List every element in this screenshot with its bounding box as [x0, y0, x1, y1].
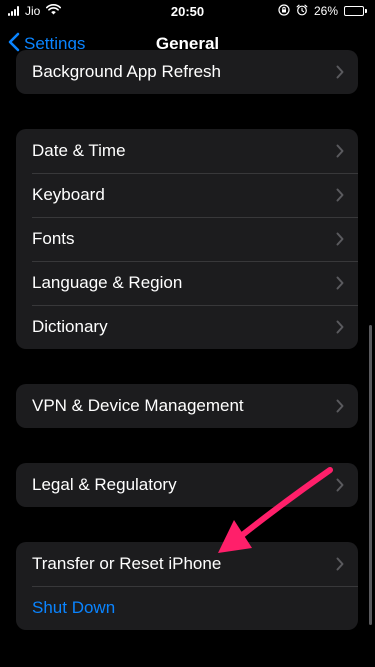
wifi-icon	[46, 4, 62, 18]
row-date-time[interactable]: Date & Time	[16, 129, 358, 173]
status-left: Jio	[8, 4, 62, 18]
chevron-right-icon	[336, 557, 344, 571]
row-language-region[interactable]: Language & Region	[16, 261, 358, 305]
settings-group-reset: Transfer or Reset iPhone Shut Down	[16, 542, 358, 630]
row-shut-down[interactable]: Shut Down	[16, 586, 358, 630]
row-label: Language & Region	[32, 273, 183, 292]
chevron-right-icon	[336, 399, 344, 413]
chevron-right-icon	[336, 65, 344, 79]
row-legal-regulatory[interactable]: Legal & Regulatory	[16, 463, 358, 507]
signal-icon	[8, 6, 19, 16]
row-label: Transfer or Reset iPhone	[32, 554, 222, 573]
alarm-icon	[296, 4, 308, 19]
row-transfer-reset-iphone[interactable]: Transfer or Reset iPhone	[16, 542, 358, 586]
row-label: Background App Refresh	[32, 62, 222, 81]
row-label: Dictionary	[32, 317, 108, 336]
status-bar: Jio 20:50 26%	[0, 0, 375, 22]
settings-group-vpn: VPN & Device Management	[16, 384, 358, 428]
row-label: VPN & Device Management	[32, 396, 244, 415]
status-right: 26%	[278, 3, 367, 19]
scroll-indicator	[369, 325, 372, 625]
row-label: Legal & Regulatory	[32, 475, 177, 494]
row-label: Keyboard	[32, 185, 105, 204]
settings-group-legal: Legal & Regulatory	[16, 463, 358, 507]
chevron-right-icon	[336, 276, 344, 290]
row-keyboard[interactable]: Keyboard	[16, 173, 358, 217]
settings-group-datetime: Date & Time Keyboard Fonts Language & Re…	[16, 129, 358, 349]
chevron-right-icon	[336, 188, 344, 202]
battery-icon	[344, 6, 367, 16]
row-label: Fonts	[32, 229, 75, 248]
row-label: Date & Time	[32, 141, 126, 160]
row-vpn-device-management[interactable]: VPN & Device Management	[16, 384, 358, 428]
chevron-right-icon	[336, 320, 344, 334]
chevron-right-icon	[336, 478, 344, 492]
shut-down-button: Shut Down	[32, 598, 116, 617]
row-fonts[interactable]: Fonts	[16, 217, 358, 261]
carrier-label: Jio	[25, 4, 41, 18]
row-dictionary[interactable]: Dictionary	[16, 305, 358, 349]
orientation-lock-icon	[278, 3, 290, 19]
battery-percent: 26%	[313, 4, 338, 18]
row-background-app-refresh[interactable]: Background App Refresh	[16, 50, 358, 94]
settings-group-top: Background App Refresh	[16, 50, 358, 94]
chevron-right-icon	[336, 144, 344, 158]
chevron-right-icon	[336, 232, 344, 246]
